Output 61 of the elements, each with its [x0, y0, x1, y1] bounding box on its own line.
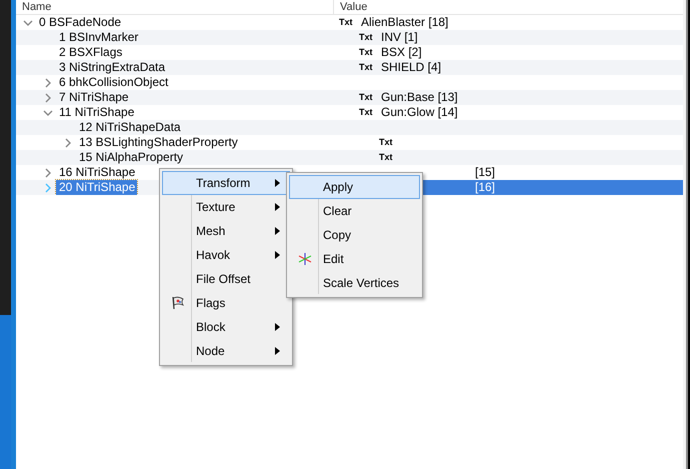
menu-item[interactable]: Clear: [289, 199, 420, 223]
tree-row[interactable]: 0 BSFadeNode Txt AlienBlaster [18]: [16, 15, 683, 30]
menu-item[interactable]: Block: [162, 315, 290, 339]
node-name: 15 NiAlphaProperty: [78, 150, 184, 165]
menu-item[interactable]: Edit: [289, 247, 420, 271]
node-value: AlienBlaster [18]: [361, 15, 448, 30]
column-header[interactable]: Name: [16, 0, 334, 14]
node-name: 20 NiTriShape: [56, 180, 138, 195]
type-tag: Txt: [357, 105, 381, 120]
tree-row[interactable]: 1 BSInvMarker Txt INV [1]: [16, 30, 683, 45]
type-tag: Txt: [357, 90, 381, 105]
menu-item[interactable]: Scale Vertices: [289, 271, 420, 295]
type-tag: Txt: [357, 45, 381, 60]
menu-item[interactable]: Node: [162, 339, 290, 363]
type-tag: Txt: [377, 150, 401, 165]
type-tag: Txt: [357, 60, 381, 75]
menu-item[interactable]: Transform: [162, 171, 290, 195]
node-name: 3 NiStringExtraData: [58, 60, 166, 75]
node-value: Gun:Base [13]: [381, 90, 458, 105]
tree-row[interactable]: 2 BSXFlags Txt BSX [2]: [16, 45, 683, 60]
chevron-right-icon[interactable]: [43, 78, 53, 88]
node-name: 13 BSLightingShaderProperty: [78, 135, 239, 150]
chevron-right-icon[interactable]: [43, 182, 53, 192]
chevron-right-icon[interactable]: [63, 138, 73, 148]
type-tag: Txt: [357, 30, 381, 45]
chevron-right-icon[interactable]: [43, 92, 53, 102]
tree-row[interactable]: 12 NiTriShapeData: [16, 120, 683, 135]
node-value: [16]: [475, 180, 496, 195]
node-name: 0 BSFadeNode: [38, 15, 122, 30]
node-value: SHIELD [4]: [381, 60, 442, 75]
menu-item[interactable]: Texture: [162, 195, 290, 219]
node-value: INV [1]: [381, 30, 418, 45]
type-tag: Txt: [337, 15, 361, 30]
tree-row[interactable]: 13 BSLightingShaderProperty Txt: [16, 135, 683, 150]
node-value: Gun:Glow [14]: [381, 105, 458, 120]
type-tag: Txt: [377, 135, 401, 150]
tree-row[interactable]: 3 NiStringExtraData Txt SHIELD [4]: [16, 60, 683, 75]
menu-item[interactable]: Havok: [162, 243, 290, 267]
node-name: 16 NiTriShape: [58, 165, 136, 180]
menu-item[interactable]: Copy: [289, 223, 420, 247]
menu-item[interactable]: Mesh: [162, 219, 290, 243]
menu-item[interactable]: Apply: [289, 175, 420, 199]
scrollbar[interactable]: [683, 0, 690, 469]
menu-item[interactable]: Flags: [162, 291, 290, 315]
node-name: 1 BSInvMarker: [58, 30, 140, 45]
chevron-down-icon[interactable]: [23, 18, 33, 28]
node-name: 12 NiTriShapeData: [78, 120, 182, 135]
chevron-down-icon[interactable]: [43, 108, 53, 118]
column-header[interactable]: Value: [334, 0, 374, 14]
tree-row[interactable]: 6 bhkCollisionObject: [16, 75, 683, 90]
tree-row[interactable]: 15 NiAlphaProperty Txt: [16, 150, 683, 165]
menu-item[interactable]: File Offset: [162, 267, 290, 291]
tree-row[interactable]: 7 NiTriShape Txt Gun:Base [13]: [16, 90, 683, 105]
node-name: 2 BSXFlags: [58, 45, 124, 60]
chevron-right-icon[interactable]: [43, 168, 53, 178]
node-name: 11 NiTriShape: [58, 105, 136, 120]
node-value: [15]: [475, 165, 496, 180]
node-name: 6 bhkCollisionObject: [58, 75, 170, 90]
node-value: BSX [2]: [381, 45, 422, 60]
tree-row[interactable]: 11 NiTriShape Txt Gun:Glow [14]: [16, 105, 683, 120]
node-name: 7 NiTriShape: [58, 90, 130, 105]
